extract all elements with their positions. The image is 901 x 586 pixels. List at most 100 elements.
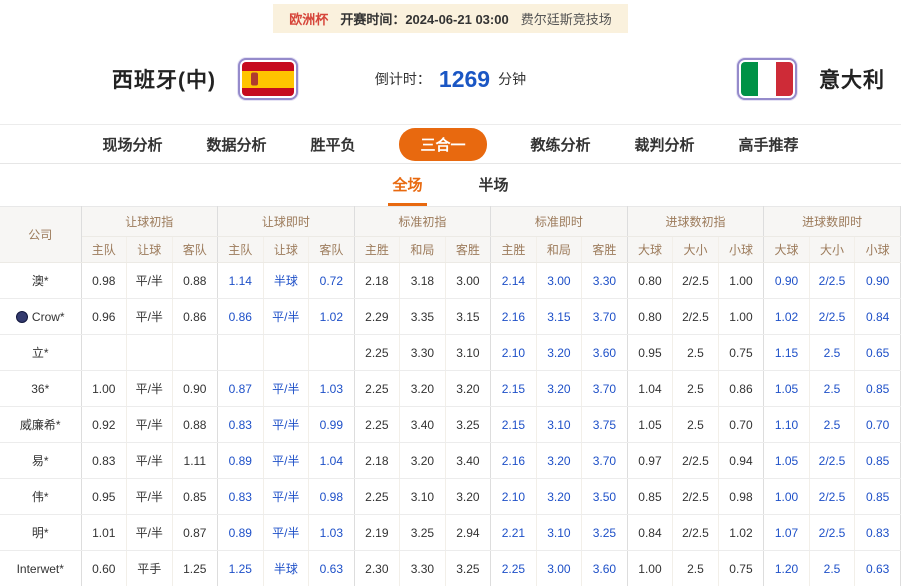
odds-cell: 2.94 [445,515,491,551]
odds-cell: 0.84 [627,515,673,551]
odds-cell: 0.88 [172,407,218,443]
nav-tab-three-in-one[interactable]: 三合一 [399,128,486,161]
bookmaker-name[interactable]: 威廉希* [0,407,81,443]
bookmaker-name[interactable]: Crow* [0,299,81,335]
odds-cell: 2.15 [491,371,537,407]
odds-cell: 平/半 [127,263,173,299]
odds-cell: 1.05 [764,443,810,479]
group-header-goals-live: 进球数即时 [764,207,901,237]
odds-cell: 3.25 [445,551,491,586]
sub-header-goals-live-0: 大球 [764,237,810,263]
odds-cell: 2/2.5 [809,299,855,335]
bookmaker-name[interactable]: 立* [0,335,81,371]
odds-cell: 2.15 [491,407,537,443]
odds-cell [172,335,218,371]
sub-header-handicap-initial-1: 让球 [127,237,173,263]
nav-tab-data-analysis[interactable]: 数据分析 [206,134,266,155]
odds-cell: 3.00 [445,263,491,299]
odds-cell: 2.5 [809,407,855,443]
home-team: 西班牙(中) [0,58,298,100]
odds-cell: 0.89 [218,515,264,551]
odds-cell: 平/半 [263,479,309,515]
subtab-half-match[interactable]: 半场 [475,166,513,206]
odds-row: 易*0.83平/半1.110.89平/半1.042.183.203.402.16… [0,443,901,479]
odds-cell: 2.10 [491,335,537,371]
odds-cell: 2.14 [491,263,537,299]
kickoff-label: 开赛时间： [340,12,405,27]
odds-cell: 2.5 [673,371,719,407]
nav-tab-live-analysis[interactable]: 现场分析 [102,134,162,155]
odds-cell: 0.85 [627,479,673,515]
away-team-name: 意大利 [819,64,885,94]
odds-cell: 0.72 [309,263,355,299]
odds-cell: 2.10 [491,479,537,515]
league-badge[interactable]: 欧洲杯 [289,9,328,28]
sub-header-goals-initial-2: 小球 [718,237,764,263]
group-header-goals-initial: 进球数初指 [627,207,764,237]
odds-cell: 3.20 [536,335,582,371]
odds-cell: 0.85 [855,443,901,479]
sub-header-handicap-initial-2: 客队 [172,237,218,263]
odds-cell: 1.04 [627,371,673,407]
subtab-full-match[interactable]: 全场 [388,166,426,206]
odds-cell: 平/半 [127,479,173,515]
spain-emblem-icon [251,73,258,86]
countdown-value: 1269 [437,66,492,93]
odds-cell: 平/半 [127,407,173,443]
odds-cell: 2/2.5 [809,479,855,515]
sub-header-standard-initial-2: 客胜 [445,237,491,263]
odds-cell: 2.25 [354,407,400,443]
bookmaker-name[interactable]: Interwet* [0,551,81,586]
odds-cell: 0.83 [855,515,901,551]
odds-cell: 平/半 [127,299,173,335]
nav-tab-referee-analysis[interactable]: 裁判分析 [635,134,695,155]
odds-cell: 0.85 [172,479,218,515]
italy-flag-icon [737,58,797,100]
sub-header-goals-initial-0: 大球 [627,237,673,263]
odds-cell: 0.89 [218,443,264,479]
odds-cell [127,335,173,371]
sub-header-handicap-initial-0: 主队 [81,237,127,263]
odds-row: 澳*0.98平/半0.881.14半球0.722.183.183.002.143… [0,263,901,299]
bookmaker-name[interactable]: 澳* [0,263,81,299]
odds-cell: 2/2.5 [673,263,719,299]
nav-tab-coach-analysis[interactable]: 教练分析 [531,134,591,155]
bookmaker-name[interactable]: 明* [0,515,81,551]
odds-cell: 1.00 [718,263,764,299]
bookmaker-name[interactable]: 伟* [0,479,81,515]
odds-cell [218,335,264,371]
odds-cell: 1.03 [309,515,355,551]
nav-tab-expert-picks[interactable]: 高手推荐 [739,134,799,155]
group-header-handicap-initial: 让球初指 [81,207,218,237]
odds-cell: 1.11 [172,443,218,479]
odds-cell: 0.80 [627,299,673,335]
odds-cell: 0.98 [309,479,355,515]
bookmaker-name[interactable]: 36* [0,371,81,407]
odds-cell: 0.95 [81,479,127,515]
odds-cell: 1.07 [764,515,810,551]
odds-cell: 0.85 [855,479,901,515]
odds-row: 36*1.00平/半0.900.87平/半1.032.253.203.202.1… [0,371,901,407]
odds-cell: 3.25 [582,515,628,551]
nav-tab-win-draw-loss[interactable]: 胜平负 [310,134,355,155]
spain-flag-icon [238,58,298,100]
group-header-standard-live: 标准即时 [491,207,628,237]
odds-cell: 1.02 [718,515,764,551]
odds-cell: 1.25 [172,551,218,586]
sub-header-standard-live-2: 客胜 [582,237,628,263]
bookmaker-name[interactable]: 易* [0,443,81,479]
away-team: 意大利 [737,58,901,100]
odds-cell: 3.70 [582,371,628,407]
odds-cell: 1.25 [218,551,264,586]
odds-cell: 0.63 [309,551,355,586]
odds-cell: 1.01 [81,515,127,551]
odds-cell: 3.18 [400,263,446,299]
spain-flag-image [242,62,294,96]
odds-cell: 3.15 [445,299,491,335]
odds-cell: 2.5 [809,371,855,407]
odds-row: 威廉希*0.92平/半0.880.83平/半0.992.253.403.252.… [0,407,901,443]
sub-header-handicap-live-1: 让球 [263,237,309,263]
odds-cell: 平/半 [263,371,309,407]
sub-header-goals-live-2: 小球 [855,237,901,263]
odds-cell: 半球 [263,263,309,299]
